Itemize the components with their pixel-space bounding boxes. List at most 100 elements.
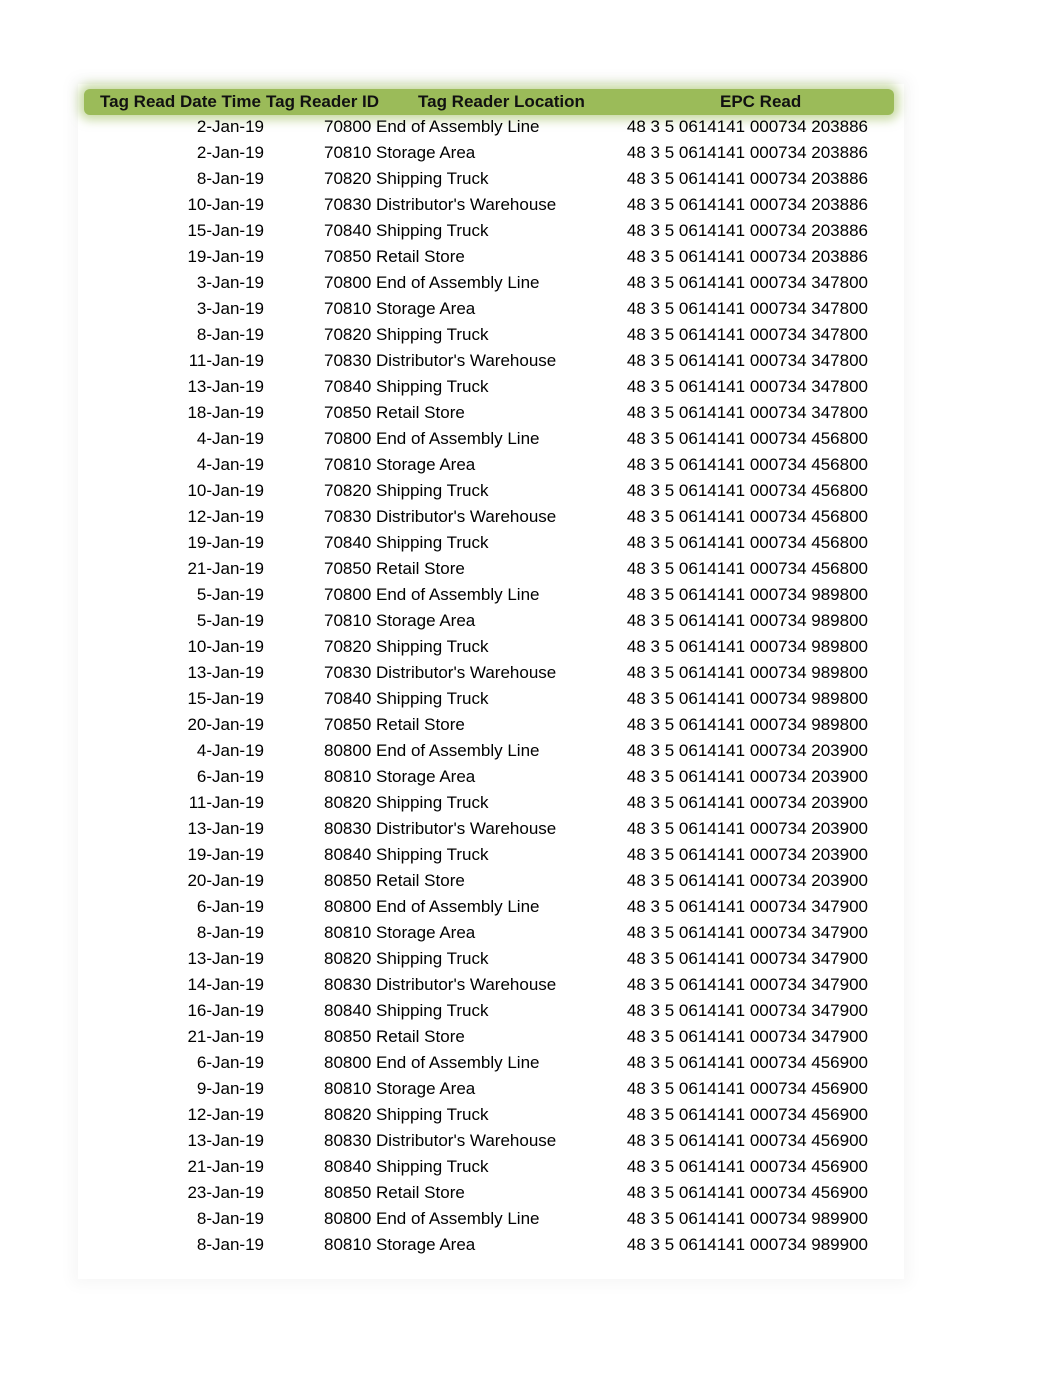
cell-epc[interactable]: 48 3 5 0614141 000734 347900 xyxy=(627,920,868,946)
cell-date[interactable]: 5-Jan-19 xyxy=(197,608,264,634)
cell-reader-id[interactable]: 80800 xyxy=(324,1050,371,1076)
cell-epc[interactable]: 48 3 5 0614141 000734 456800 xyxy=(627,478,868,504)
table-row[interactable]: 5-Jan-19 70810 Storage Area 48 3 5 0614141 … xyxy=(0,608,1062,634)
cell-date[interactable]: 20-Jan-19 xyxy=(187,868,264,894)
header-tag-reader-id[interactable]: Tag Reader ID xyxy=(266,89,379,115)
table-row[interactable]: 13-Jan-19 80830 Distributor's Warehouse 48 … xyxy=(0,1128,1062,1154)
cell-date[interactable]: 9-Jan-19 xyxy=(197,1076,264,1102)
table-row[interactable]: 10-Jan-19 70820 Shipping Truck 48 3 5 06141… xyxy=(0,634,1062,660)
cell-reader-id[interactable]: 80820 xyxy=(324,1102,371,1128)
cell-reader-id[interactable]: 70840 xyxy=(324,218,371,244)
cell-date[interactable]: 5-Jan-19 xyxy=(197,582,264,608)
cell-date[interactable]: 18-Jan-19 xyxy=(187,400,264,426)
cell-location[interactable]: End of Assembly Line xyxy=(376,582,539,608)
cell-location[interactable]: Storage Area xyxy=(376,764,475,790)
cell-epc[interactable]: 48 3 5 0614141 000734 203886 xyxy=(627,166,868,192)
table-row[interactable]: 18-Jan-19 70850 Retail Store 48 3 5 0614141… xyxy=(0,400,1062,426)
cell-epc[interactable]: 48 3 5 0614141 000734 989800 xyxy=(627,608,868,634)
cell-reader-id[interactable]: 70830 xyxy=(324,348,371,374)
table-row[interactable]: 11-Jan-19 70830 Distributor's Warehouse 48 … xyxy=(0,348,1062,374)
cell-reader-id[interactable]: 80840 xyxy=(324,1154,371,1180)
cell-reader-id[interactable]: 70810 xyxy=(324,608,371,634)
cell-epc[interactable]: 48 3 5 0614141 000734 989800 xyxy=(627,712,868,738)
cell-date[interactable]: 13-Jan-19 xyxy=(187,1128,264,1154)
table-row[interactable]: 13-Jan-19 70830 Distributor's Warehouse 48 … xyxy=(0,660,1062,686)
cell-reader-id[interactable]: 80810 xyxy=(324,920,371,946)
cell-reader-id[interactable]: 70820 xyxy=(324,166,371,192)
table-row[interactable]: 8-Jan-19 70820 Shipping Truck 48 3 5 061414… xyxy=(0,166,1062,192)
cell-date[interactable]: 21-Jan-19 xyxy=(187,1024,264,1050)
table-row[interactable]: 8-Jan-19 80810 Storage Area 48 3 5 0614141 … xyxy=(0,920,1062,946)
cell-reader-id[interactable]: 80820 xyxy=(324,946,371,972)
cell-location[interactable]: Retail Store xyxy=(376,1180,465,1206)
table-row[interactable]: 15-Jan-19 70840 Shipping Truck 48 3 5 06141… xyxy=(0,686,1062,712)
cell-reader-id[interactable]: 70850 xyxy=(324,712,371,738)
cell-epc[interactable]: 48 3 5 0614141 000734 347900 xyxy=(627,946,868,972)
cell-reader-id[interactable]: 80800 xyxy=(324,1206,371,1232)
cell-epc[interactable]: 48 3 5 0614141 000734 203900 xyxy=(627,790,868,816)
header-tag-reader-location[interactable]: Tag Reader Location xyxy=(418,89,585,115)
header-epc-read[interactable]: EPC Read xyxy=(720,89,801,115)
cell-epc[interactable]: 48 3 5 0614141 000734 989900 xyxy=(627,1206,868,1232)
cell-date[interactable]: 8-Jan-19 xyxy=(197,1232,264,1258)
cell-reader-id[interactable]: 80850 xyxy=(324,1024,371,1050)
cell-epc[interactable]: 48 3 5 0614141 000734 456900 xyxy=(627,1050,868,1076)
cell-epc[interactable]: 48 3 5 0614141 000734 456900 xyxy=(627,1154,868,1180)
cell-reader-id[interactable]: 70830 xyxy=(324,660,371,686)
table-row[interactable]: 6-Jan-19 80800 End of Assembly Line 48 3 5 … xyxy=(0,894,1062,920)
cell-date[interactable]: 2-Jan-19 xyxy=(197,140,264,166)
cell-reader-id[interactable]: 80800 xyxy=(324,738,371,764)
cell-date[interactable]: 11-Jan-19 xyxy=(189,348,264,374)
cell-location[interactable]: End of Assembly Line xyxy=(376,738,539,764)
cell-reader-id[interactable]: 80820 xyxy=(324,790,371,816)
cell-reader-id[interactable]: 70810 xyxy=(324,140,371,166)
cell-epc[interactable]: 48 3 5 0614141 000734 203900 xyxy=(627,868,868,894)
cell-date[interactable]: 12-Jan-19 xyxy=(187,1102,264,1128)
table-row[interactable]: 8-Jan-19 70820 Shipping Truck 48 3 5 061414… xyxy=(0,322,1062,348)
cell-location[interactable]: End of Assembly Line xyxy=(376,1050,539,1076)
cell-reader-id[interactable]: 70800 xyxy=(324,270,371,296)
cell-epc[interactable]: 48 3 5 0614141 000734 203886 xyxy=(627,114,868,140)
cell-reader-id[interactable]: 80830 xyxy=(324,1128,371,1154)
cell-date[interactable]: 10-Jan-19 xyxy=(187,192,264,218)
cell-epc[interactable]: 48 3 5 0614141 000734 989800 xyxy=(627,634,868,660)
table-row[interactable]: 19-Jan-19 70850 Retail Store 48 3 5 0614141… xyxy=(0,244,1062,270)
cell-date[interactable]: 19-Jan-19 xyxy=(187,530,264,556)
cell-date[interactable]: 6-Jan-19 xyxy=(197,1050,264,1076)
table-row[interactable]: 23-Jan-19 80850 Retail Store 48 3 5 0614141… xyxy=(0,1180,1062,1206)
cell-epc[interactable]: 48 3 5 0614141 000734 203900 xyxy=(627,738,868,764)
cell-reader-id[interactable]: 80830 xyxy=(324,972,371,998)
cell-date[interactable]: 13-Jan-19 xyxy=(187,816,264,842)
table-row[interactable]: 13-Jan-19 80820 Shipping Truck 48 3 5 06141… xyxy=(0,946,1062,972)
cell-date[interactable]: 8-Jan-19 xyxy=(197,1206,264,1232)
cell-location[interactable]: Storage Area xyxy=(376,140,475,166)
cell-location[interactable]: Distributor's Warehouse xyxy=(376,972,556,998)
cell-location[interactable]: Storage Area xyxy=(376,452,475,478)
cell-location[interactable]: Shipping Truck xyxy=(376,634,488,660)
cell-epc[interactable]: 48 3 5 0614141 000734 203900 xyxy=(627,764,868,790)
cell-reader-id[interactable]: 70810 xyxy=(324,296,371,322)
cell-reader-id[interactable]: 80810 xyxy=(324,1076,371,1102)
header-tag-read-date-time[interactable]: Tag Read Date Time xyxy=(100,89,261,115)
cell-location[interactable]: Distributor's Warehouse xyxy=(376,348,556,374)
cell-date[interactable]: 8-Jan-19 xyxy=(197,920,264,946)
cell-epc[interactable]: 48 3 5 0614141 000734 989800 xyxy=(627,660,868,686)
cell-date[interactable]: 6-Jan-19 xyxy=(197,764,264,790)
cell-location[interactable]: End of Assembly Line xyxy=(376,114,539,140)
table-row[interactable]: 16-Jan-19 80840 Shipping Truck 48 3 5 06141… xyxy=(0,998,1062,1024)
cell-location[interactable]: Distributor's Warehouse xyxy=(376,192,556,218)
cell-location[interactable]: Shipping Truck xyxy=(376,530,488,556)
cell-reader-id[interactable]: 70800 xyxy=(324,426,371,452)
cell-location[interactable]: Retail Store xyxy=(376,400,465,426)
cell-epc[interactable]: 48 3 5 0614141 000734 989800 xyxy=(627,582,868,608)
table-row[interactable]: 3-Jan-19 70800 End of Assembly Line 48 3 5 … xyxy=(0,270,1062,296)
table-row[interactable]: 12-Jan-19 70830 Distributor's Warehouse 48 … xyxy=(0,504,1062,530)
cell-location[interactable]: End of Assembly Line xyxy=(376,894,539,920)
cell-date[interactable]: 14-Jan-19 xyxy=(187,972,264,998)
cell-location[interactable]: Distributor's Warehouse xyxy=(376,660,556,686)
cell-reader-id[interactable]: 70840 xyxy=(324,686,371,712)
cell-reader-id[interactable]: 80800 xyxy=(324,894,371,920)
cell-location[interactable]: Storage Area xyxy=(376,296,475,322)
table-row[interactable]: 10-Jan-19 70820 Shipping Truck 48 3 5 06141… xyxy=(0,478,1062,504)
table-row[interactable]: 5-Jan-19 70800 End of Assembly Line 48 3 5 … xyxy=(0,582,1062,608)
